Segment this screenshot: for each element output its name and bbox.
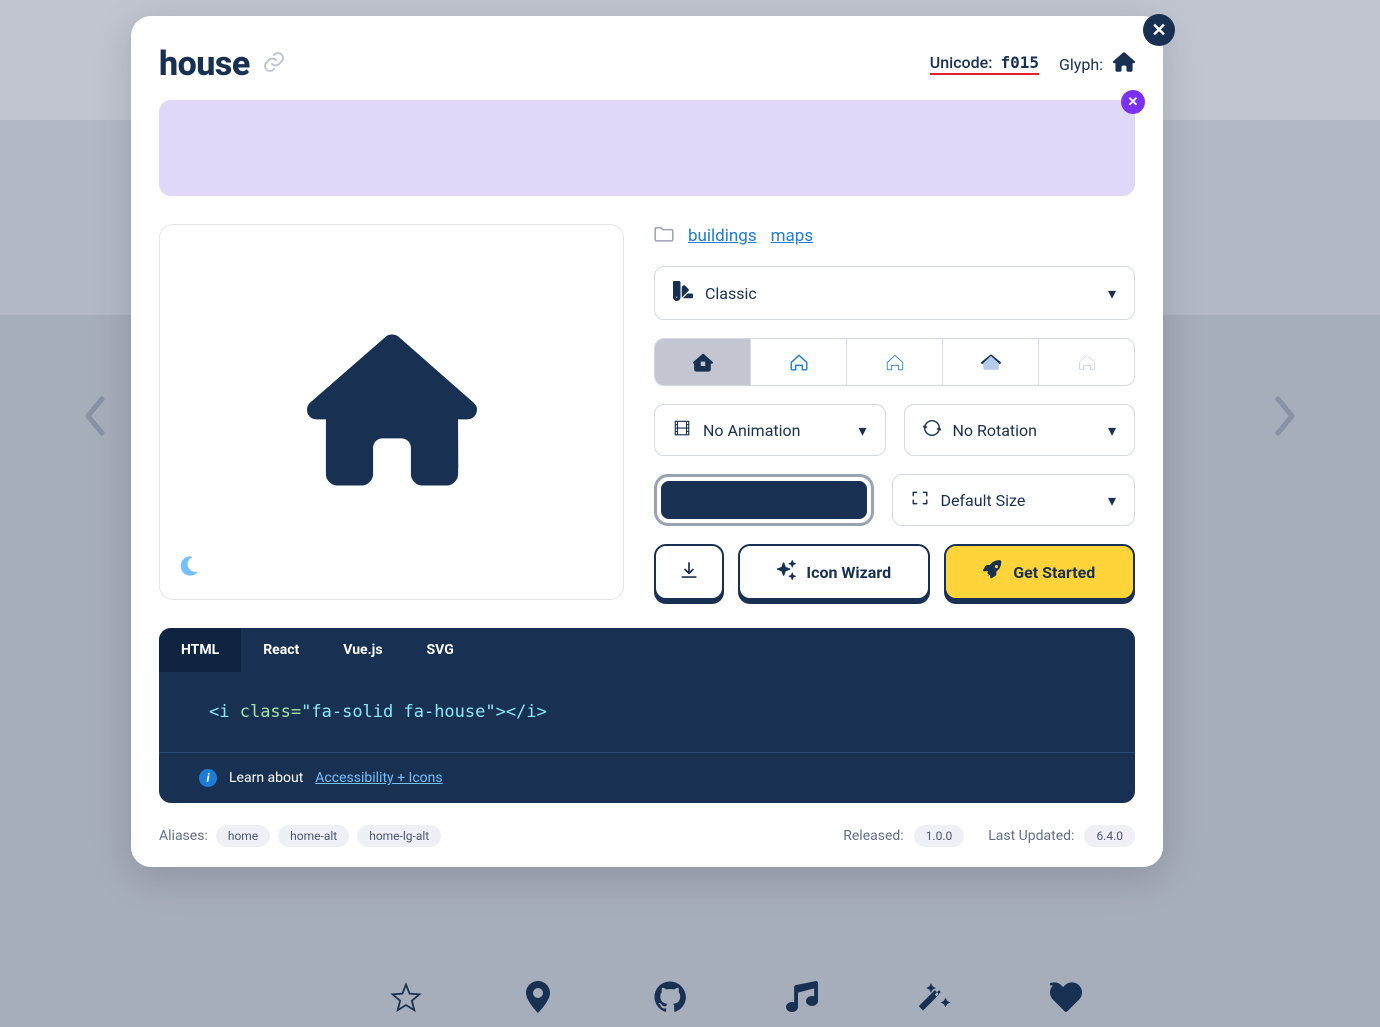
style-tab-regular[interactable] [751, 339, 847, 385]
wand-icon[interactable] [918, 981, 950, 1017]
accessibility-link[interactable]: Accessibility + Icons [315, 770, 442, 786]
code-tab-react[interactable]: React [241, 628, 321, 672]
animation-select-value: No Animation [703, 421, 801, 440]
aliases-label: Aliases: [159, 828, 208, 844]
size-select[interactable]: Default Size ▾ [892, 474, 1136, 526]
unicode-label: Unicode: [930, 53, 993, 72]
caret-down-icon: ▾ [1108, 421, 1116, 440]
close-modal-button[interactable]: ✕ [1143, 14, 1175, 46]
family-select[interactable]: Classic ▾ [654, 266, 1135, 320]
released-label: Released: [843, 828, 903, 844]
style-tab-thin[interactable] [1039, 339, 1134, 385]
updated-value: 6.4.0 [1084, 825, 1135, 847]
location-pin-icon[interactable] [522, 981, 554, 1017]
icon-detail-modal: ✕ house Unicode: f015 Glyph: [131, 16, 1163, 867]
background-icon-grid [390, 981, 1082, 1017]
alias-pill[interactable]: home-alt [278, 825, 349, 847]
icon-title: house [159, 44, 250, 84]
animation-select[interactable]: No Animation ▾ [654, 404, 886, 456]
updated-label: Last Updated: [988, 828, 1074, 844]
caret-down-icon: ▾ [858, 421, 866, 440]
style-tab-duotone[interactable] [943, 339, 1039, 385]
unicode-value: f015 [1000, 53, 1039, 72]
expand-icon [911, 489, 929, 511]
info-icon: i [199, 769, 217, 787]
code-panel: HTML React Vue.js SVG <i class="fa-solid… [159, 628, 1135, 803]
music-icon[interactable] [786, 981, 818, 1017]
folder-icon [654, 224, 674, 248]
rocket-icon [983, 560, 1003, 584]
ad-banner: ✕ [159, 100, 1135, 196]
released-value: 1.0.0 [914, 825, 965, 847]
category-link-buildings[interactable]: buildings [688, 226, 757, 246]
next-icon-button[interactable] [1274, 395, 1298, 441]
rotation-select[interactable]: No Rotation ▾ [904, 404, 1136, 456]
glyph-info[interactable]: Glyph: [1059, 51, 1135, 77]
github-icon[interactable] [654, 981, 686, 1017]
icon-preview [159, 224, 624, 600]
learn-about-label: Learn about [229, 770, 303, 786]
alias-pill[interactable]: home-lg-alt [357, 825, 441, 847]
size-select-value: Default Size [941, 491, 1026, 510]
alias-pill[interactable]: home [216, 825, 270, 847]
heart-icon[interactable] [1050, 981, 1082, 1017]
prev-icon-button[interactable] [82, 395, 106, 441]
get-started-button[interactable]: Get Started [944, 544, 1136, 600]
get-started-label: Get Started [1013, 563, 1095, 582]
icon-wizard-label: Icon Wizard [806, 563, 891, 582]
family-select-value: Classic [705, 284, 757, 303]
style-tabs [654, 338, 1135, 386]
categories-row: buildings maps [654, 224, 1135, 248]
glyph-label: Glyph: [1059, 55, 1103, 74]
code-tab-svg[interactable]: SVG [405, 628, 476, 672]
style-tab-light[interactable] [847, 339, 943, 385]
star-icon[interactable] [390, 981, 422, 1017]
permalink-icon[interactable] [262, 50, 286, 78]
unicode-info[interactable]: Unicode: f015 [930, 53, 1039, 75]
dark-mode-toggle[interactable] [178, 555, 200, 581]
swatchbook-icon [673, 281, 693, 305]
style-tab-solid[interactable] [655, 339, 751, 385]
caret-down-icon: ▾ [1108, 491, 1116, 510]
modal-header: house Unicode: f015 Glyph: [159, 44, 1135, 84]
sparkles-icon [776, 560, 796, 584]
modal-footer: Aliases: home home-alt home-lg-alt Relea… [159, 825, 1135, 847]
download-icon [680, 561, 698, 583]
code-snippet[interactable]: <i class="fa-solid fa-house"></i> [159, 672, 1135, 752]
rotation-select-value: No Rotation [953, 421, 1038, 440]
house-icon [307, 325, 477, 499]
close-ad-button[interactable]: ✕ [1121, 90, 1145, 114]
icon-wizard-button[interactable]: Icon Wizard [738, 544, 930, 600]
rotate-icon [923, 419, 941, 441]
house-icon [1113, 51, 1135, 77]
code-tab-vue[interactable]: Vue.js [321, 628, 404, 672]
color-picker[interactable] [654, 474, 874, 526]
download-button[interactable] [654, 544, 724, 600]
code-tab-html[interactable]: HTML [159, 628, 241, 672]
caret-down-icon: ▾ [1108, 284, 1116, 303]
film-icon [673, 419, 691, 441]
category-link-maps[interactable]: maps [771, 226, 813, 246]
